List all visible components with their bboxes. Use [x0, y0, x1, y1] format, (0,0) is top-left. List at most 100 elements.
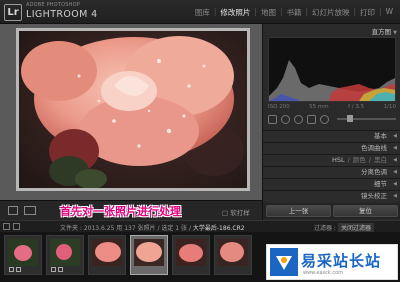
- hsl-separator: /: [368, 156, 371, 164]
- filmstrip-thumbnail[interactable]: [46, 235, 84, 275]
- filmstrip-thumbnail[interactable]: [214, 235, 252, 275]
- panel-detail[interactable]: 细节 ◀: [263, 178, 400, 190]
- hsl-separator: /: [347, 156, 350, 164]
- focal-length: 55 mm: [309, 104, 329, 110]
- thumbnail-image: [50, 239, 80, 266]
- filmstrip-thumbnail[interactable]: [4, 235, 42, 275]
- filmstrip-thumbnail[interactable]: [172, 235, 210, 275]
- panel-tone-curve-label: 色调曲线: [361, 144, 387, 152]
- graduated-filter-icon[interactable]: [307, 114, 316, 124]
- filter-label: 过滤器 :: [314, 225, 336, 232]
- histogram[interactable]: [268, 37, 396, 102]
- histogram-title: 直方图: [371, 28, 392, 36]
- badge-icon: [51, 267, 56, 272]
- module-picker: 图库 | 修改照片 | 地图 | 书籍 | 幻灯片放映 | 打印 | W: [192, 7, 396, 18]
- panel-tone-curve[interactable]: 色调曲线 ◀: [263, 142, 400, 154]
- watermark-logo-icon: [270, 248, 298, 276]
- panel-split-toning-label: 分离色调: [361, 168, 387, 176]
- module-library[interactable]: 图库: [192, 7, 213, 18]
- panel-basic[interactable]: 基本 ◀: [263, 130, 400, 142]
- source-folder: 文件夹 : 2013.6.25 用: [60, 225, 123, 232]
- expand-triangle-icon: ◀: [393, 157, 397, 163]
- aperture: f / 3.5: [348, 104, 365, 110]
- thumbnail-rose-image: [50, 239, 80, 266]
- module-book[interactable]: 书籍: [283, 7, 304, 18]
- site-watermark: 易采站长站 www.easck.com: [266, 244, 398, 280]
- panel-lens-correction-label: 镜头校正: [361, 192, 387, 200]
- thumbnail-rose-image: [218, 239, 248, 266]
- histogram-header[interactable]: 直方图 ▼: [267, 26, 397, 36]
- watermark-url: www.easck.com: [303, 270, 344, 276]
- spot-removal-icon[interactable]: [281, 114, 290, 124]
- previous-button[interactable]: 上一张: [266, 205, 331, 217]
- thumbnail-rose-image: [92, 239, 122, 266]
- selected-filename: 大学最后-186.CR2: [192, 225, 245, 232]
- reset-button[interactable]: 复位: [333, 205, 398, 217]
- panel-lens-correction[interactable]: 镜头校正 ◀: [263, 190, 400, 202]
- right-panel: 直方图 ▼ ISO 200 55 mm f / 3.5 1/10 基本 ◀ 色调曲线…: [262, 24, 400, 220]
- photo-workspace: [0, 24, 262, 200]
- module-web[interactable]: W: [383, 7, 396, 18]
- tab-hsl[interactable]: HSL: [332, 155, 345, 166]
- hsl-tabs: HSL / 颜色 / 黑白: [263, 155, 387, 166]
- thumbnail-image: [92, 239, 122, 266]
- thumbnail-image: [176, 239, 206, 266]
- expand-triangle-icon: ◀: [393, 181, 397, 187]
- panel-split-toning[interactable]: 分离色调 ◀: [263, 166, 400, 178]
- main-photo[interactable]: [16, 28, 250, 191]
- shutter-speed: 1/10: [383, 104, 396, 110]
- expand-triangle-icon: ◀: [393, 169, 397, 175]
- filmstrip-controls: [3, 223, 20, 230]
- rose-photo-image: [19, 31, 247, 188]
- filmstrip-source[interactable]: 文件夹 : 2013.6.25 用 137 张照片 / 选定 1 张 / 大学最…: [60, 223, 245, 232]
- thumbnail-image: [8, 239, 38, 266]
- expand-triangle-icon: ◀: [393, 145, 397, 151]
- app-title: LIGHTROOM 4: [26, 9, 98, 20]
- panel-buttons: 上一张 复位: [263, 203, 400, 219]
- thumbnail-image: [134, 239, 164, 266]
- thumbnail-rose-image: [8, 239, 38, 266]
- lightroom-logo: Lr: [4, 4, 22, 21]
- histogram-info: ISO 200 55 mm f / 3.5 1/10: [268, 104, 396, 110]
- before-after-icon[interactable]: [24, 206, 36, 215]
- secondary-display-icon[interactable]: [3, 223, 10, 230]
- panel-detail-label: 细节: [374, 180, 387, 188]
- loupe-view-icon[interactable]: [8, 206, 18, 215]
- tab-color[interactable]: 颜色: [353, 155, 366, 166]
- module-slideshow[interactable]: 幻灯片放映: [309, 7, 353, 18]
- module-print[interactable]: 打印: [357, 7, 378, 18]
- filter-dropdown[interactable]: 关闭过滤器: [337, 223, 374, 232]
- thumbnail-badges: [51, 267, 63, 272]
- badge-icon: [58, 267, 63, 272]
- thumbnail-badges: [9, 267, 21, 272]
- collapse-triangle-icon: ▼: [393, 30, 397, 36]
- thumbnail-rose-image: [134, 239, 164, 266]
- module-map[interactable]: 地图: [258, 7, 279, 18]
- badge-icon: [16, 267, 21, 272]
- panel-hsl[interactable]: HSL / 颜色 / 黑白 ◀: [263, 154, 400, 166]
- filter-control: 过滤器 : 关闭过滤器: [314, 223, 374, 232]
- softproof-checkbox[interactable]: □ 软打样: [222, 207, 250, 217]
- grid-view-icon[interactable]: [13, 223, 20, 230]
- thumbnail-rose-image: [176, 239, 206, 266]
- slider-thumb[interactable]: [347, 115, 353, 122]
- tool-slider[interactable]: [337, 115, 396, 122]
- histogram-graph: [269, 60, 395, 101]
- filmstrip-info-bar: 文件夹 : 2013.6.25 用 137 张照片 / 选定 1 张 / 大学最…: [0, 220, 400, 232]
- crop-tool-icon[interactable]: [268, 114, 277, 124]
- expand-triangle-icon: ◀: [393, 193, 397, 199]
- top-bar: Lr ADOBE PHOTOSHOP LIGHTROOM 4 图库 | 修改照片…: [0, 0, 400, 24]
- module-develop[interactable]: 修改照片: [217, 7, 253, 18]
- red-eye-icon[interactable]: [294, 114, 303, 124]
- tab-bw[interactable]: 黑白: [374, 155, 387, 166]
- badge-icon: [9, 267, 14, 272]
- thumbnail-image: [218, 239, 248, 266]
- tutorial-caption: 首先对一张照片进行处理: [60, 205, 181, 218]
- expand-triangle-icon: ◀: [393, 133, 397, 139]
- panel-basic-label: 基本: [374, 132, 387, 140]
- tool-strip: [268, 113, 396, 125]
- filmstrip-thumbnail-selected[interactable]: [130, 235, 168, 275]
- adjustment-brush-icon[interactable]: [320, 114, 329, 124]
- photo-toolbar: 首先对一张照片进行处理 □ 软打样: [0, 200, 262, 220]
- filmstrip-thumbnail[interactable]: [88, 235, 126, 275]
